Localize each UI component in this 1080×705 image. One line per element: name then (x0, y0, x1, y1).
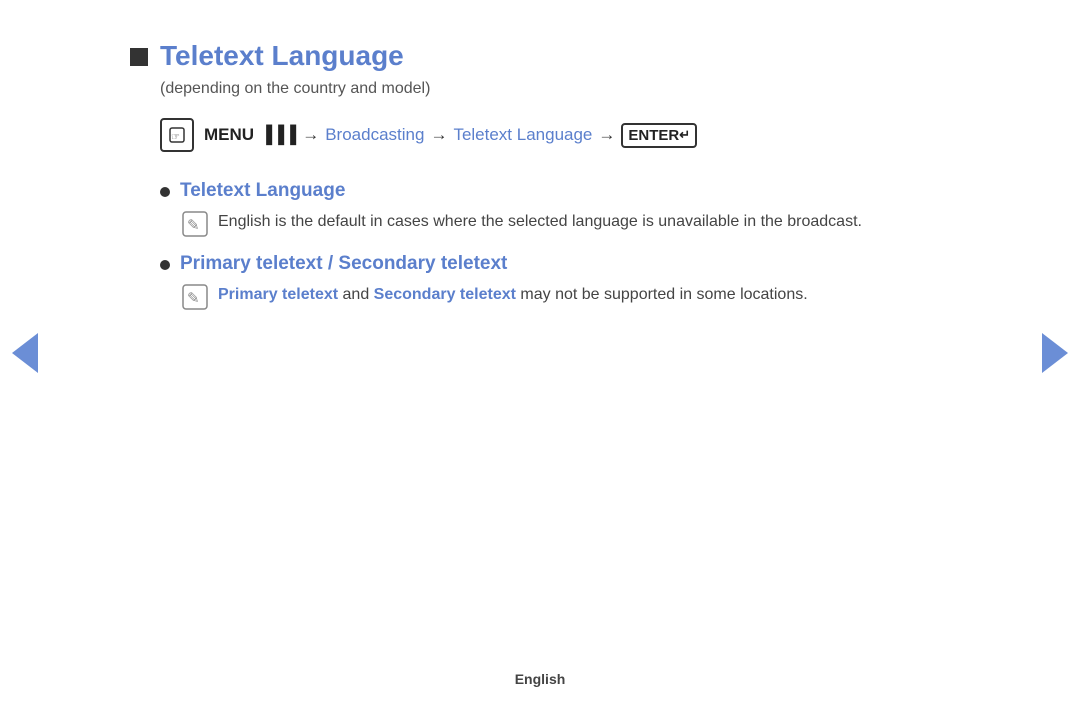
list-item: Teletext Language ✎ English is the defau… (160, 180, 950, 237)
menu-icon: ☞ (160, 118, 194, 152)
section-1-label: Teletext Language (180, 180, 345, 202)
svg-text:✎: ✎ (187, 290, 200, 307)
title-row: Teletext Language (130, 40, 950, 72)
bullet-dot-icon-2 (160, 260, 170, 270)
bullet-item-2: Primary teletext / Secondary teletext (160, 253, 950, 275)
enter-button-label: ENTER↵ (621, 123, 697, 148)
bullet-dot-icon (160, 187, 170, 197)
main-content: Teletext Language (depending on the coun… (50, 0, 1030, 366)
footer-language: English (515, 671, 566, 687)
suffix-text: may not be supported in some locations. (520, 286, 807, 303)
nav-arrow-left[interactable] (10, 333, 40, 373)
breadcrumb-arrow-3: → (598, 125, 615, 145)
menu-label: MENU (204, 125, 254, 145)
section-list: Teletext Language ✎ English is the defau… (160, 180, 950, 310)
nav-arrow-right[interactable] (1040, 333, 1070, 373)
section-2-note: Primary teletext and Secondary teletext … (218, 283, 808, 308)
note-icon-1: ✎ (182, 211, 208, 237)
note-block-1: ✎ English is the default in cases where … (182, 210, 950, 237)
note-icon-2: ✎ (182, 284, 208, 310)
section-1-note: English is the default in cases where th… (218, 210, 862, 235)
svg-text:☞: ☞ (171, 132, 180, 143)
title-square-icon (130, 48, 148, 66)
section-2-label: Primary teletext / Secondary teletext (180, 253, 507, 275)
breadcrumb-teletext-language: Teletext Language (453, 125, 592, 145)
bullet-item-1: Teletext Language (160, 180, 950, 202)
secondary-teletext-label: Secondary teletext (374, 286, 516, 303)
page-title: Teletext Language (160, 40, 404, 72)
and-text: and (343, 286, 374, 303)
breadcrumb: ☞ MENU ▐▐▐ → Broadcasting → Teletext Lan… (160, 118, 950, 152)
list-item: Primary teletext / Secondary teletext ✎ … (160, 253, 950, 310)
right-arrow-icon (1042, 333, 1068, 373)
breadcrumb-arrow-2: → (430, 125, 447, 145)
primary-teletext-label: Primary teletext (218, 286, 338, 303)
svg-text:✎: ✎ (187, 217, 200, 234)
menu-bars-icon: ▐▐▐ (260, 125, 296, 145)
left-arrow-icon (12, 333, 38, 373)
note-block-2: ✎ Primary teletext and Secondary teletex… (182, 283, 950, 310)
page-subtitle: (depending on the country and model) (160, 80, 950, 98)
breadcrumb-arrow-1: → (302, 125, 319, 145)
breadcrumb-broadcasting: Broadcasting (325, 125, 424, 145)
